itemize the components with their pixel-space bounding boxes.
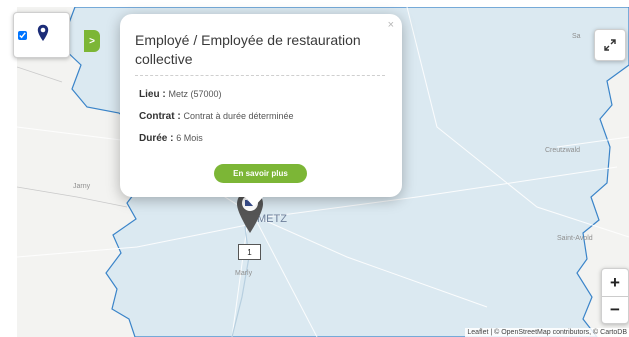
zoom-out-button[interactable]: −	[602, 296, 628, 323]
place-saint-avold: Saint-Avold	[557, 235, 593, 242]
place-sa: Sa	[572, 33, 581, 40]
close-icon[interactable]: ×	[388, 19, 394, 31]
fullscreen-button[interactable]	[594, 29, 626, 61]
place-jarny: Jarny	[73, 183, 91, 190]
panel-toggle-button[interactable]: >	[84, 30, 100, 52]
contrat-label: Contrat :	[139, 111, 181, 122]
popup-tip	[244, 196, 264, 207]
popup-divider	[135, 75, 385, 76]
lieu-label: Lieu :	[139, 89, 166, 100]
layer-checkbox[interactable]	[18, 31, 27, 40]
job-popup: × Employé / Employée de restauration col…	[120, 14, 402, 207]
lieu-row: Lieu : Metz (57000)	[139, 89, 221, 100]
lieu-value: Metz (57000)	[168, 89, 222, 99]
zoom-in-button[interactable]: +	[602, 269, 628, 296]
job-title: Employé / Employée de restauration colle…	[135, 32, 361, 67]
place-marly: Marly	[235, 270, 253, 277]
duree-row: Durée : 6 Mois	[139, 133, 203, 144]
learn-more-button[interactable]: En savoir plus	[214, 164, 307, 183]
place-creutzwald: Creutzwald	[545, 147, 581, 154]
map-pin-icon	[37, 24, 49, 41]
map-attribution[interactable]: Leaflet | © OpenStreetMap contributors, …	[465, 328, 629, 337]
marker-count-badge: 1	[238, 244, 261, 260]
contrat-row: Contrat : Contrat à durée déterminée	[139, 111, 294, 122]
duree-label: Durée :	[139, 133, 174, 144]
expand-icon	[604, 39, 616, 51]
duree-value: 6 Mois	[176, 133, 203, 143]
layer-control	[13, 12, 70, 58]
contrat-value: Contrat à durée déterminée	[183, 111, 294, 121]
zoom-control: + −	[601, 268, 629, 324]
